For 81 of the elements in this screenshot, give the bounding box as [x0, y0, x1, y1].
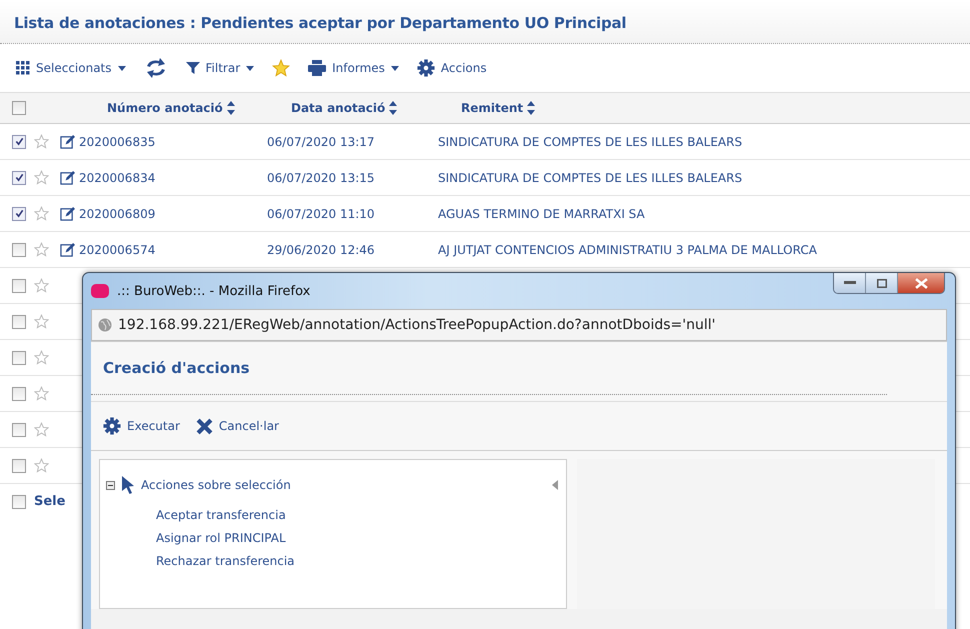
- sort-icon[interactable]: [527, 101, 536, 115]
- edit-icon[interactable]: [60, 242, 75, 257]
- popup-heading: Creació d'accions: [103, 359, 250, 377]
- checkbox[interactable]: [12, 242, 26, 256]
- collapse-arrow-icon[interactable]: [552, 480, 558, 490]
- checkbox[interactable]: [12, 494, 26, 508]
- checkbox[interactable]: [12, 170, 26, 184]
- edit-icon[interactable]: [60, 206, 75, 221]
- column-header[interactable]: Número anotació: [107, 101, 223, 115]
- star-icon[interactable]: [272, 59, 290, 77]
- table-cell: AGUAS TERMINO DE MARRATXI SA: [438, 206, 645, 220]
- caret-icon: [390, 66, 399, 70]
- window-title: .:: BuroWeb::. - Mozilla Firefox: [117, 284, 310, 298]
- page-title: Lista de anotaciones : Pendientes aceptar por Departamento UO Principal: [14, 14, 628, 32]
- cursor-arrow-icon: [121, 476, 135, 494]
- tree-item[interactable]: Asignar rol PRINCIPAL: [156, 527, 286, 550]
- gear-icon: [103, 417, 121, 435]
- minimize-button[interactable]: [834, 273, 866, 293]
- star-icon[interactable]: [34, 170, 49, 185]
- table-cell[interactable]: 2020006834: [79, 170, 156, 184]
- star-icon[interactable]: [34, 422, 49, 437]
- selection-menu-button[interactable]: Seleccionats: [16, 61, 126, 75]
- tree-item[interactable]: Aceptar transferencia: [156, 504, 286, 527]
- table-cell-text: 06/07/2020 11:10: [267, 206, 376, 220]
- table-cell: AJ JUTJAT CONTENCIOS ADMINISTRATIU 3 PALMA DE MALLORCA: [438, 242, 817, 256]
- reports-menu-button[interactable]: Informes: [308, 60, 399, 76]
- table-cell-text: 06/07/2020 13:15: [267, 170, 376, 184]
- url-text: 192.168.99.221/ERegWeb/annotation/ActionsTreePopupAction.do?annotDboids='null': [118, 317, 716, 333]
- maximize-icon: [876, 278, 886, 288]
- app-logo-icon: [91, 284, 109, 298]
- close-button[interactable]: [898, 273, 944, 293]
- checkbox[interactable]: [12, 314, 26, 328]
- star-icon[interactable]: [34, 350, 49, 365]
- table-cell-text: 06/07/2020 13:17: [267, 134, 376, 148]
- star-icon[interactable]: [34, 278, 49, 293]
- select-all-link[interactable]: Sele: [34, 494, 66, 509]
- close-icon: [914, 278, 928, 288]
- execute-button[interactable]: Executar: [103, 417, 180, 435]
- collapse-toggle[interactable]: [106, 480, 115, 490]
- caret-icon: [118, 66, 126, 70]
- maximize-button[interactable]: [866, 273, 898, 293]
- checkbox[interactable]: [12, 422, 26, 436]
- table-cell[interactable]: 2020006574: [79, 242, 156, 256]
- address-bar[interactable]: 192.168.99.221/ERegWeb/annotation/ActionsTreePopupAction.do?annotDboids='null': [91, 309, 947, 341]
- star-icon[interactable]: [34, 314, 49, 329]
- tree-item[interactable]: Rechazar transferencia: [156, 550, 295, 573]
- checkbox[interactable]: [12, 458, 26, 472]
- star-icon[interactable]: [34, 242, 49, 257]
- printer-icon: [308, 60, 326, 76]
- sort-icon[interactable]: [226, 101, 235, 115]
- checkbox[interactable]: [12, 350, 26, 364]
- table-cell: SINDICATURA DE COMPTES DE LES ILLES BALEARS: [438, 170, 742, 184]
- caret-icon: [246, 66, 254, 70]
- filter-menu-button[interactable]: Filtrar: [186, 61, 254, 75]
- checkbox[interactable]: [12, 206, 26, 220]
- table-cell[interactable]: 2020006809: [79, 206, 156, 220]
- gear-icon: [416, 59, 435, 77]
- star-icon[interactable]: [34, 206, 49, 221]
- filter-icon: [186, 62, 200, 74]
- edit-icon[interactable]: [60, 170, 75, 185]
- tree-item[interactable]: Acciones sobre selección: [141, 478, 291, 492]
- star-icon[interactable]: [34, 134, 49, 149]
- column-header[interactable]: Data anotació: [291, 101, 386, 115]
- checkbox[interactable]: [12, 134, 26, 148]
- star-icon[interactable]: [34, 386, 49, 401]
- table-cell: SINDICATURA DE COMPTES DE LES ILLES BALEARS: [438, 134, 742, 148]
- grid-icon: [16, 61, 30, 75]
- table-cell[interactable]: 2020006835: [79, 134, 156, 148]
- table-cell-text: 29/06/2020 12:46: [267, 242, 376, 256]
- globe-icon: [98, 318, 112, 332]
- checkbox[interactable]: [12, 386, 26, 400]
- checkbox[interactable]: [12, 278, 26, 292]
- actions-button[interactable]: Accions: [416, 59, 487, 77]
- checkbox[interactable]: [12, 101, 26, 115]
- minimize-icon: [844, 281, 856, 285]
- cancel-button[interactable]: Cancel·lar: [196, 418, 279, 434]
- close-icon: [196, 418, 213, 434]
- star-icon[interactable]: [34, 458, 49, 473]
- column-header[interactable]: Remitent: [461, 101, 524, 115]
- sort-icon[interactable]: [389, 101, 398, 115]
- edit-icon[interactable]: [60, 134, 75, 149]
